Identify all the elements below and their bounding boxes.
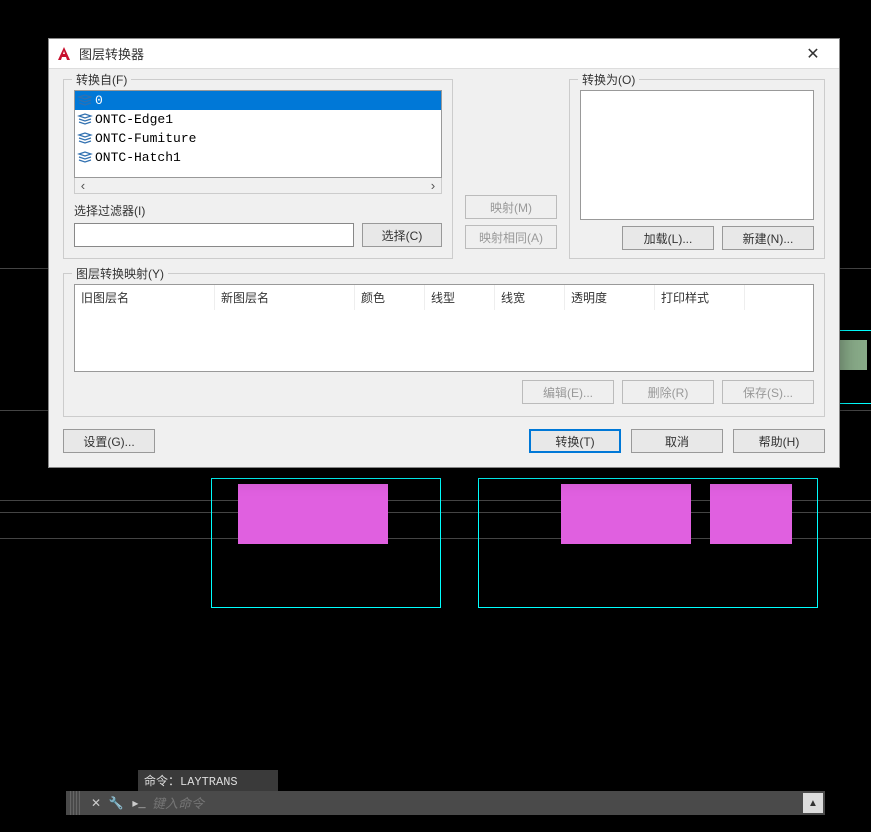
select-filter-button[interactable]: 选择(C)	[362, 223, 442, 247]
layer-icon	[77, 132, 93, 146]
expand-history-button[interactable]: ▲	[803, 793, 823, 813]
layer-name: ONTC-Hatch1	[95, 150, 181, 165]
layer-item[interactable]: 0	[75, 91, 441, 110]
from-list-hscroll[interactable]: ‹ ›	[74, 178, 442, 194]
titlebar[interactable]: 图层转换器 ✕	[49, 39, 839, 69]
translate-button[interactable]: 转换(T)	[529, 429, 621, 453]
mapping-legend: 图层转换映射(Y)	[72, 265, 168, 282]
layer-item[interactable]: ONTC-Fumiture	[75, 129, 441, 148]
load-button[interactable]: 加载(L)...	[622, 226, 714, 250]
layer-icon	[77, 94, 93, 108]
map-same-button[interactable]: 映射相同(A)	[465, 225, 557, 249]
layer-translator-dialog: 图层转换器 ✕ 转换自(F) 0 ONTC-Edge1 ONTC-Fumiture O…	[48, 38, 840, 468]
delete-mapping-button[interactable]: 删除(R)	[622, 380, 714, 404]
mapping-column-header[interactable]: 线宽	[495, 285, 565, 310]
mapping-column-header[interactable]: 打印样式	[655, 285, 745, 310]
cancel-button[interactable]: 取消	[631, 429, 723, 453]
mapping-column-header[interactable]: 新图层名	[215, 285, 355, 310]
wrench-icon[interactable]: 🔧	[106, 796, 126, 810]
edit-mapping-button[interactable]: 编辑(E)...	[522, 380, 614, 404]
filter-input[interactable]	[74, 223, 354, 247]
command-bar[interactable]: ✕ 🔧 ▸_ ▲	[66, 791, 825, 815]
layer-icon	[77, 113, 93, 127]
command-input[interactable]	[152, 792, 803, 814]
close-icon: ✕	[806, 44, 819, 64]
translate-from-legend: 转换自(F)	[72, 71, 131, 88]
translate-to-list[interactable]	[580, 90, 814, 220]
prompt-icon: ▸_	[126, 796, 152, 811]
layer-item[interactable]: ONTC-Edge1	[75, 110, 441, 129]
grip-icon[interactable]	[70, 791, 82, 815]
help-button[interactable]: 帮助(H)	[733, 429, 825, 453]
filter-label: 选择过滤器(I)	[74, 202, 442, 219]
close-cmd-icon[interactable]: ✕	[86, 796, 106, 810]
map-button[interactable]: 映射(M)	[465, 195, 557, 219]
layer-name: ONTC-Fumiture	[95, 131, 196, 146]
layer-name: ONTC-Edge1	[95, 112, 173, 127]
translate-from-list[interactable]: 0 ONTC-Edge1 ONTC-Fumiture ONTC-Hatch1	[74, 90, 442, 178]
close-button[interactable]: ✕	[793, 41, 833, 67]
settings-button[interactable]: 设置(G)...	[63, 429, 155, 453]
mapping-column-header[interactable]: 旧图层名	[75, 285, 215, 310]
mapping-column-header[interactable]: 线型	[425, 285, 495, 310]
layer-name: 0	[95, 93, 103, 108]
new-button[interactable]: 新建(N)...	[722, 226, 814, 250]
mapping-group: 图层转换映射(Y) 旧图层名新图层名颜色线型线宽透明度打印样式 编辑(E)...…	[63, 273, 825, 417]
save-mapping-button[interactable]: 保存(S)...	[722, 380, 814, 404]
mapping-table[interactable]: 旧图层名新图层名颜色线型线宽透明度打印样式	[74, 284, 814, 372]
mapping-column-header[interactable]: 透明度	[565, 285, 655, 310]
autocad-icon	[55, 45, 73, 63]
mapping-column-header[interactable]: 颜色	[355, 285, 425, 310]
command-history: 命令：LAYTRANS	[138, 770, 278, 791]
translate-to-group: 转换为(O) 加载(L)... 新建(N)...	[569, 79, 825, 259]
chevron-up-icon: ▲	[808, 798, 818, 809]
dialog-title: 图层转换器	[79, 44, 144, 63]
layer-item[interactable]: ONTC-Hatch1	[75, 148, 441, 167]
translate-from-group: 转换自(F) 0ONTC-Edge1ONTC-FumitureONTC-Hatc…	[63, 79, 453, 259]
command-area: 命令：LAYTRANS ✕ 🔧 ▸_ ▲	[0, 770, 871, 812]
translate-to-legend: 转换为(O)	[578, 71, 639, 88]
layer-icon	[77, 151, 93, 165]
scroll-left-icon[interactable]: ‹	[75, 178, 91, 193]
scroll-right-icon[interactable]: ›	[425, 178, 441, 193]
